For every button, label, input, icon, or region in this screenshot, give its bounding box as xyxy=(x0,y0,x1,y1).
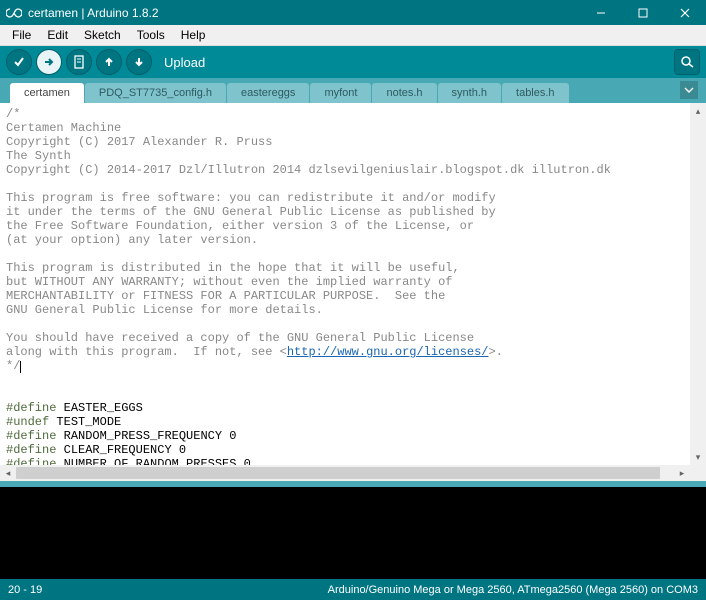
arrow-up-icon xyxy=(102,55,116,69)
keyword: #define xyxy=(6,429,56,443)
scroll-down-button[interactable]: ▾ xyxy=(690,449,706,465)
menu-edit[interactable]: Edit xyxy=(39,26,76,44)
arrow-down-icon xyxy=(132,55,146,69)
license-link[interactable]: http://www.gnu.org/licenses/ xyxy=(287,345,489,359)
maximize-button[interactable] xyxy=(622,0,664,25)
code-line: You should have received a copy of the G… xyxy=(6,331,474,345)
title-bar: certamen | Arduino 1.8.2 xyxy=(0,0,706,25)
serial-monitor-button[interactable] xyxy=(674,49,700,75)
app-icon xyxy=(6,5,22,21)
scroll-left-button[interactable]: ◂ xyxy=(0,465,16,481)
tab-eastereggs[interactable]: eastereggs xyxy=(227,83,309,103)
menu-help[interactable]: Help xyxy=(173,26,214,44)
code-line: */ xyxy=(6,359,20,373)
code-line: This program is distributed in the hope … xyxy=(6,261,460,275)
window-controls xyxy=(580,0,706,25)
tab-dropdown-button[interactable] xyxy=(680,81,698,99)
open-button[interactable] xyxy=(96,49,122,75)
editor-area: /* Certamen Machine Copyright (C) 2017 A… xyxy=(0,103,706,481)
macro: EASTER_EGGS xyxy=(56,401,142,415)
new-button[interactable] xyxy=(66,49,92,75)
status-line-col: 20 - 19 xyxy=(8,584,42,596)
code-line: Certamen Machine xyxy=(6,121,121,135)
code-line: /* xyxy=(6,107,20,121)
macro: CLEAR_FREQUENCY xyxy=(56,443,178,457)
status-board-info: Arduino/Genuino Mega or Mega 2560, ATmeg… xyxy=(328,584,698,596)
window-title: certamen | Arduino 1.8.2 xyxy=(28,6,580,20)
value: 0 xyxy=(244,457,251,465)
code-line: >. xyxy=(489,345,503,359)
console-output[interactable] xyxy=(0,487,706,579)
keyword: #undef xyxy=(6,415,49,429)
tab-synth[interactable]: synth.h xyxy=(438,83,501,103)
macro: TEST_MODE xyxy=(49,415,121,429)
toolbar: Upload xyxy=(0,46,706,78)
macro: NUMBER_OF_RANDOM_PRESSES xyxy=(56,457,243,465)
text-cursor xyxy=(20,361,21,373)
code-line: the Free Software Foundation, either ver… xyxy=(6,219,474,233)
menu-sketch[interactable]: Sketch xyxy=(76,26,129,44)
code-line: This program is free software: you can r… xyxy=(6,191,496,205)
code-line: MERCHANTABILITY or FITNESS FOR A PARTICU… xyxy=(6,289,445,303)
upload-label: Upload xyxy=(164,55,205,70)
tab-myfont[interactable]: myfont xyxy=(310,83,371,103)
keyword: #define xyxy=(6,457,56,465)
menu-bar: File Edit Sketch Tools Help xyxy=(0,25,706,46)
serial-monitor-icon xyxy=(679,55,695,69)
code-editor[interactable]: /* Certamen Machine Copyright (C) 2017 A… xyxy=(0,103,690,465)
horizontal-scrollbar[interactable]: ◂ ▸ xyxy=(0,465,690,481)
minimize-button[interactable] xyxy=(580,0,622,25)
check-icon xyxy=(12,55,26,69)
save-button[interactable] xyxy=(126,49,152,75)
code-line: Copyright (C) 2017 Alexander R. Pruss xyxy=(6,135,272,149)
tab-tables[interactable]: tables.h xyxy=(502,83,569,103)
code-line: along with this program. If not, see < xyxy=(6,345,287,359)
tab-notes[interactable]: notes.h xyxy=(372,83,436,103)
tab-bar: certamen PDQ_ST7735_config.h eastereggs … xyxy=(0,78,706,103)
macro: RANDOM_PRESS_FREQUENCY xyxy=(56,429,229,443)
code-line: GNU General Public License for more deta… xyxy=(6,303,323,317)
tab-certamen[interactable]: certamen xyxy=(10,83,84,103)
code-line: it under the terms of the GNU General Pu… xyxy=(6,205,496,219)
keyword: #define xyxy=(6,401,56,415)
value: 0 xyxy=(179,443,186,457)
chevron-down-icon xyxy=(684,87,694,93)
value: 0 xyxy=(229,429,236,443)
status-bar: 20 - 19 Arduino/Genuino Mega or Mega 256… xyxy=(0,579,706,600)
vertical-scrollbar[interactable]: ▴ ▾ xyxy=(690,103,706,465)
upload-button[interactable] xyxy=(36,49,62,75)
scroll-right-button[interactable]: ▸ xyxy=(674,465,690,481)
menu-file[interactable]: File xyxy=(4,26,39,44)
close-button[interactable] xyxy=(664,0,706,25)
code-line: Copyright (C) 2014-2017 Dzl/Illutron 201… xyxy=(6,163,611,177)
scroll-thumb[interactable] xyxy=(16,467,660,479)
scroll-corner xyxy=(690,465,706,481)
tab-pdq-config[interactable]: PDQ_ST7735_config.h xyxy=(85,83,226,103)
keyword: #define xyxy=(6,443,56,457)
code-line: The Synth xyxy=(6,149,71,163)
file-icon xyxy=(73,55,85,69)
code-line: (at your option) any later version. xyxy=(6,233,258,247)
arrow-right-icon xyxy=(42,55,56,69)
menu-tools[interactable]: Tools xyxy=(129,26,173,44)
scroll-up-button[interactable]: ▴ xyxy=(690,103,706,119)
code-line: but WITHOUT ANY WARRANTY; without even t… xyxy=(6,275,452,289)
verify-button[interactable] xyxy=(6,49,32,75)
